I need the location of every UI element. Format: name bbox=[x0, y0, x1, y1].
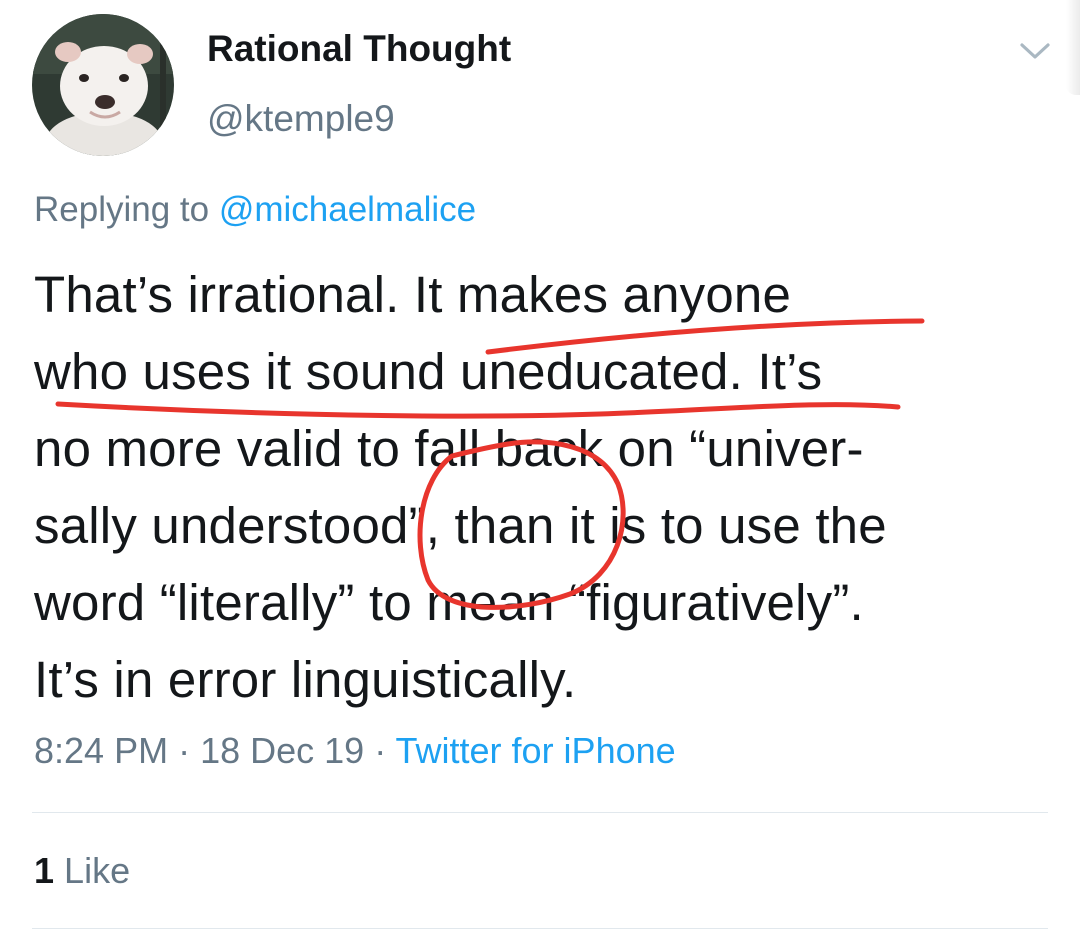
replying-to-label: Replying to bbox=[34, 190, 219, 229]
reply-mention-link[interactable]: @michaelmalice bbox=[219, 190, 476, 229]
meta-separator: · bbox=[364, 730, 396, 771]
like-count: 1 bbox=[34, 850, 55, 891]
edge-shadow bbox=[1066, 0, 1080, 95]
divider bbox=[32, 812, 1048, 813]
tweet-date[interactable]: 18 Dec 19 bbox=[200, 730, 364, 771]
tweet-line: It’s in error linguistically. bbox=[34, 651, 577, 708]
tweet-line: who uses it sound uneducated. It’s bbox=[34, 343, 823, 400]
user-handle[interactable]: @ktemple9 bbox=[207, 98, 395, 140]
tweet-time[interactable]: 8:24 PM bbox=[34, 730, 168, 771]
divider bbox=[32, 928, 1048, 929]
tweet-meta: 8:24 PM · 18 Dec 19 · Twitter for iPhone bbox=[34, 730, 676, 772]
tweet-text: That’s irrational. It makes anyone who u… bbox=[34, 256, 1044, 718]
tweet-line: That’s irrational. It makes anyone bbox=[34, 266, 792, 323]
likes-link[interactable]: 1 Like bbox=[34, 850, 130, 892]
meta-separator: · bbox=[168, 730, 201, 771]
display-name[interactable]: Rational Thought bbox=[207, 28, 511, 70]
replying-to: Replying to @michaelmalice bbox=[34, 190, 476, 230]
tweet-line: sally understood”, than it is to use the bbox=[34, 497, 887, 554]
tweet-source-link[interactable]: Twitter for iPhone bbox=[396, 730, 676, 771]
tweet-line: no more valid to fall back on “univer- bbox=[34, 420, 864, 477]
tweet-line: word “literally” to mean “figuratively”. bbox=[34, 574, 864, 631]
avatar[interactable] bbox=[32, 14, 174, 156]
chevron-down-icon[interactable] bbox=[1016, 36, 1054, 66]
like-label: Like bbox=[64, 850, 131, 891]
bulldog-avatar-icon bbox=[32, 14, 174, 156]
